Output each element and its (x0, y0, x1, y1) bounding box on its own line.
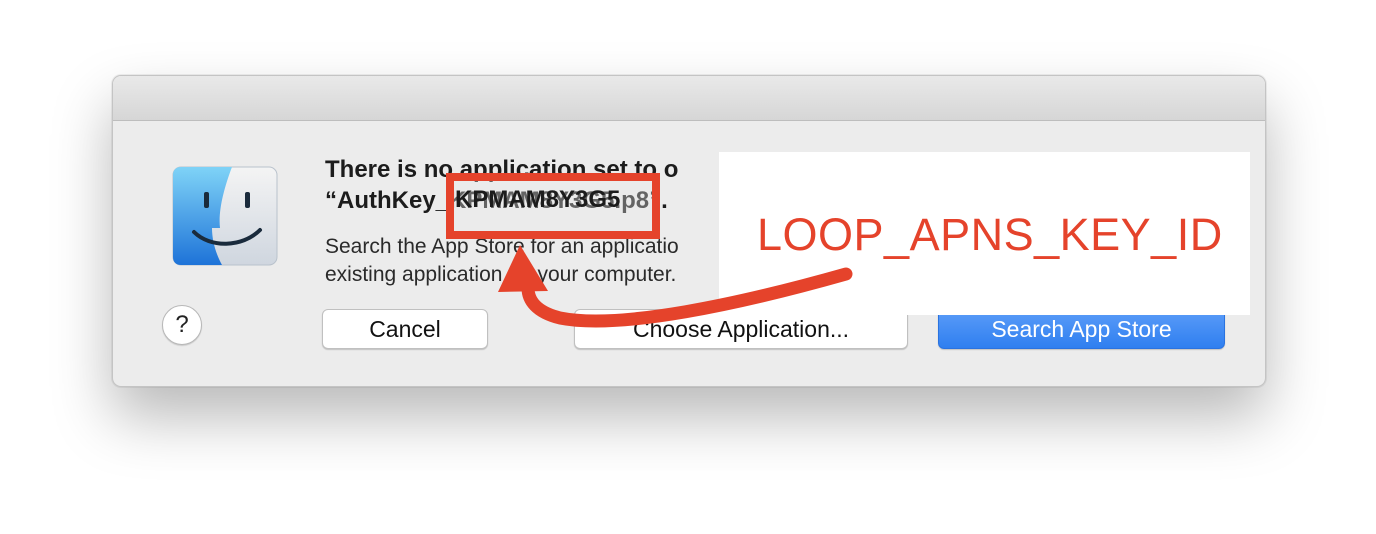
choose-application-button[interactable]: Choose Application... (574, 309, 908, 349)
cancel-button[interactable]: Cancel (322, 309, 488, 349)
highlighted-key-id: KPMAM8Y3G5 (455, 186, 621, 213)
dialog-titlebar (113, 76, 1265, 121)
annotation-label: LOOP_APNS_KEY_ID (757, 209, 1223, 260)
search-app-store-button[interactable]: Search App Store (938, 309, 1225, 349)
help-button[interactable]: ? (162, 305, 202, 345)
help-icon: ? (175, 311, 189, 338)
screenshot-stage: There is no application set to o “AuthKe… (0, 0, 1376, 534)
finder-icon (172, 166, 278, 266)
